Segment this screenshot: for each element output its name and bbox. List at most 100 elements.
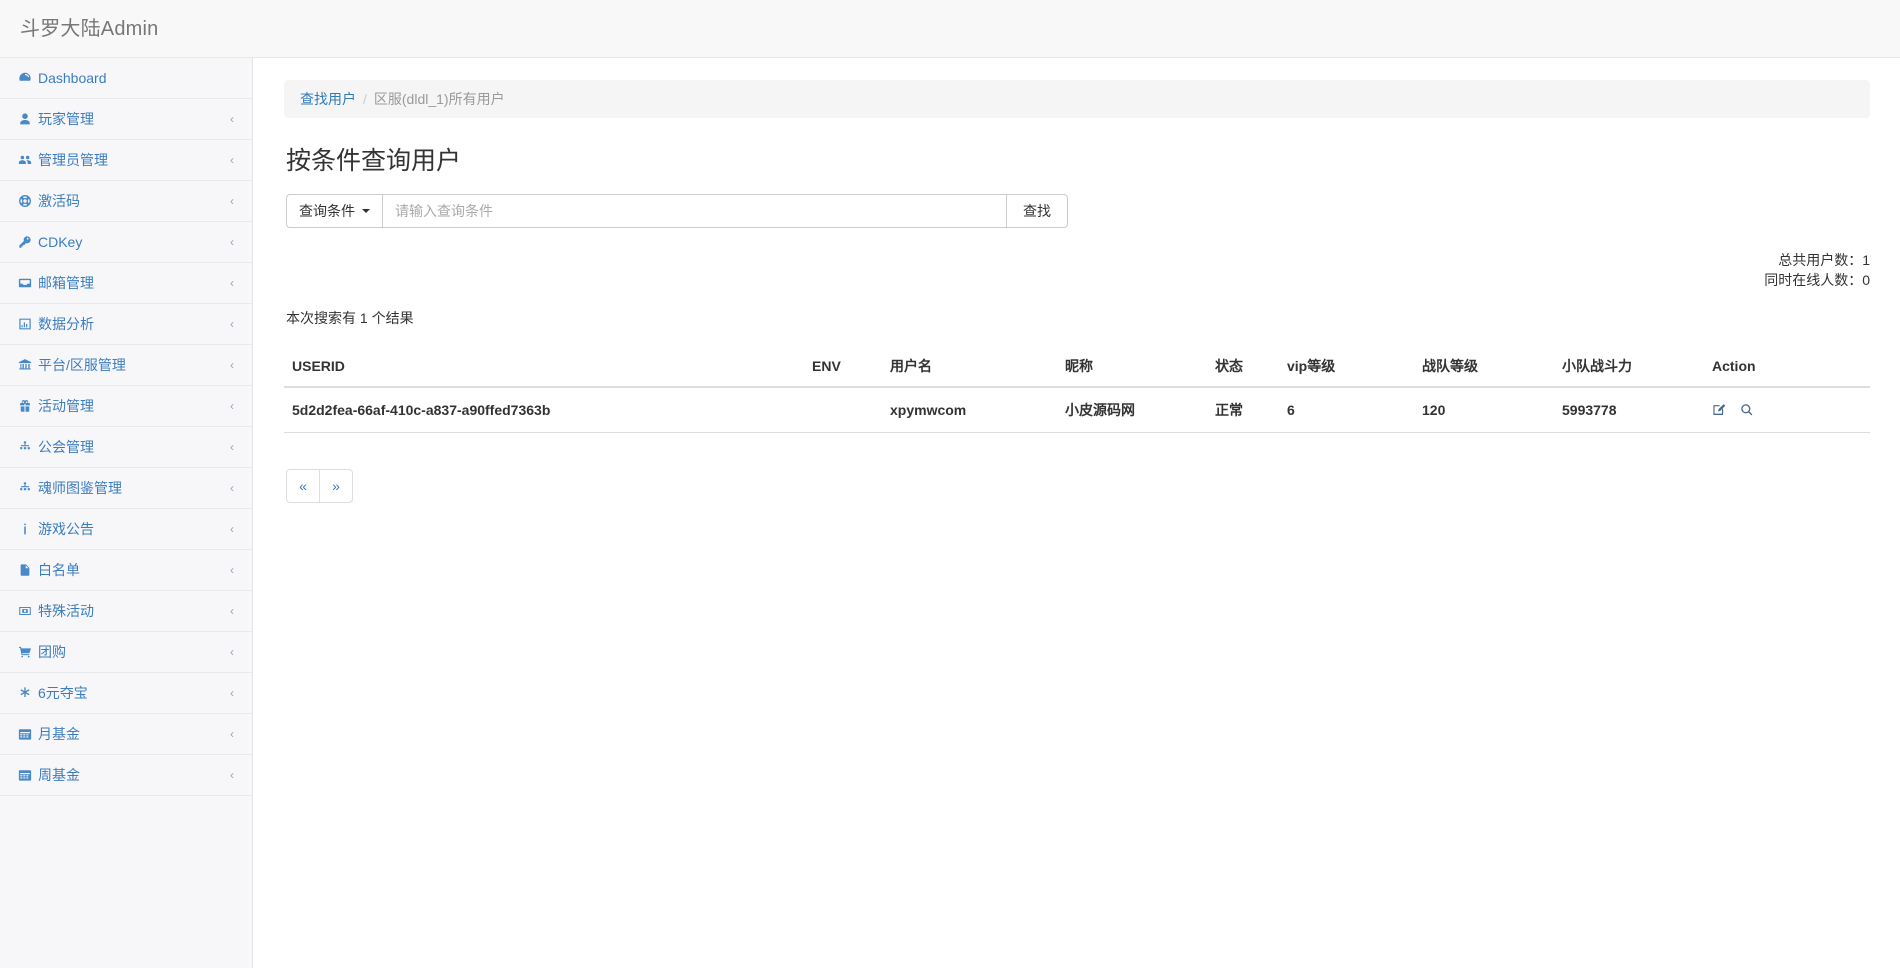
info-icon [18, 522, 38, 536]
sidebar-item-label: 游戏公告 [38, 521, 94, 537]
sidebar-item-3[interactable]: 激活码‹ [0, 181, 252, 222]
chevron-left-icon: ‹ [230, 605, 234, 617]
sidebar-item-label: 管理员管理 [38, 152, 108, 168]
sidebar-item-label: 数据分析 [38, 316, 94, 332]
sidebar-item-14[interactable]: 团购 ‹ [0, 632, 252, 673]
cart-icon [18, 645, 38, 659]
chevron-left-icon: ‹ [230, 769, 234, 781]
query-condition-dropdown[interactable]: 查询条件 [286, 194, 382, 228]
sidebar-item-4[interactable]: CDKey ‹ [0, 222, 252, 263]
sidebar-item-1[interactable]: 玩家管理 ‹ [0, 99, 252, 140]
query-condition-dropdown-label: 查询条件 [299, 201, 355, 221]
search-input[interactable] [382, 194, 1006, 228]
search-button[interactable]: 查找 [1006, 194, 1068, 228]
online-users-count: 同时在线人数：0 [284, 270, 1870, 290]
cell-env [804, 387, 882, 433]
cell-vip: 6 [1279, 387, 1414, 433]
sidebar-item-5[interactable]: 邮箱管理‹ [0, 263, 252, 304]
sidebar-item-label: 月基金 [38, 726, 80, 742]
top-navbar: 斗罗大陆Admin [0, 0, 1900, 58]
file-icon [18, 563, 38, 577]
chevron-left-icon: ‹ [230, 728, 234, 740]
sidebar-item-label: 6元夺宝 [38, 685, 88, 701]
sidebar-item-label: 周基金 [38, 767, 80, 783]
col-header-power: 小队战斗力 [1554, 348, 1704, 387]
sidebar-item-label: 公会管理 [38, 439, 94, 455]
chevron-left-icon: ‹ [230, 195, 234, 207]
table-row: 5d2d2fea-66af-410c-a837-a90ffed7363b xpym… [284, 387, 1870, 433]
money-icon [18, 604, 38, 618]
pagination-prev-button[interactable]: « [286, 469, 320, 503]
chevron-left-icon: ‹ [230, 154, 234, 166]
sidebar-item-15[interactable]: 6元夺宝‹ [0, 673, 252, 714]
col-header-env: ENV [804, 348, 882, 387]
cell-power: 5993778 [1554, 387, 1704, 433]
sidebar-item-17[interactable]: 周基金 ‹ [0, 755, 252, 796]
col-header-userid: USERID [284, 348, 804, 387]
sidebar-item-10[interactable]: 魂师图鉴管理 ‹ [0, 468, 252, 509]
sidebar-item-label: 团购 [38, 644, 66, 660]
stats-block: 总共用户数：1 同时在线人数：0 [284, 250, 1870, 290]
users-table-body: 5d2d2fea-66af-410c-a837-a90ffed7363b xpym… [284, 387, 1870, 433]
breadcrumb: 查找用户/区服(dldl_1)所有用户 [284, 80, 1870, 118]
breadcrumb-link-find-user[interactable]: 查找用户 [300, 91, 356, 107]
sidebar-item-6[interactable]: 数据分析 ‹ [0, 304, 252, 345]
col-header-state: 状态 [1207, 348, 1279, 387]
table-header-row: USERID ENV 用户名 昵称 状态 vip等级 战队等级 小队战斗力 Ac… [284, 348, 1870, 387]
search-bar: 查询条件 查找 [286, 194, 1068, 228]
sidebar-item-label: 活动管理 [38, 398, 94, 414]
sidebar-item-label: 玩家管理 [38, 111, 94, 127]
cell-actions [1704, 387, 1870, 433]
calendar-icon [18, 727, 38, 741]
sidebar-item-7[interactable]: 平台/区服管理‹ [0, 345, 252, 386]
breadcrumb-current: 区服(dldl_1)所有用户 [374, 91, 505, 107]
sidebar-item-label: 魂师图鉴管理 [38, 480, 122, 496]
sidebar-item-11[interactable]: 游戏公告 ‹ [0, 509, 252, 550]
sidebar-item-13[interactable]: 特殊活动‹ [0, 591, 252, 632]
chevron-left-icon: ‹ [230, 318, 234, 330]
cell-state: 正常 [1207, 387, 1279, 433]
sidebar-item-label: CDKey [38, 234, 82, 250]
cell-username: xpymwcom [882, 387, 1057, 433]
chevron-left-icon: ‹ [230, 113, 234, 125]
edit-icon[interactable] [1712, 403, 1726, 417]
user-icon [18, 112, 38, 126]
sidebar-item-12[interactable]: 白名单‹ [0, 550, 252, 591]
chevron-down-icon [362, 209, 370, 213]
chevron-left-icon: ‹ [230, 646, 234, 658]
col-header-nickname: 昵称 [1057, 348, 1207, 387]
gift-icon [18, 399, 38, 413]
total-users-count: 总共用户数：1 [284, 250, 1870, 270]
brand-title[interactable]: 斗罗大陆Admin [0, 17, 159, 41]
result-summary: 本次搜索有 1 个结果 [286, 308, 1870, 328]
col-header-team-level: 战队等级 [1414, 348, 1554, 387]
chevron-left-icon: ‹ [230, 236, 234, 248]
users-icon [18, 153, 38, 167]
page-title: 按条件查询用户 [286, 146, 1870, 176]
sidebar-item-label: 白名单 [38, 562, 80, 578]
breadcrumb-separator: / [356, 91, 374, 107]
chevron-left-icon: ‹ [230, 277, 234, 289]
bank-icon [18, 358, 38, 372]
calendar-icon [18, 768, 38, 782]
pagination-next-button[interactable]: » [319, 469, 353, 503]
col-header-username: 用户名 [882, 348, 1057, 387]
pagination: « » [286, 469, 353, 503]
sidebar-item-16[interactable]: 月基金 ‹ [0, 714, 252, 755]
chevron-left-icon: ‹ [230, 359, 234, 371]
main-content: 查找用户/区服(dldl_1)所有用户 按条件查询用户 查询条件 查找 总共用户… [254, 58, 1900, 968]
sidebar-item-2[interactable]: 管理员管理 ‹ [0, 140, 252, 181]
chevron-left-icon: ‹ [230, 482, 234, 494]
cell-nickname: 小皮源码网 [1057, 387, 1207, 433]
users-table: USERID ENV 用户名 昵称 状态 vip等级 战队等级 小队战斗力 Ac… [284, 348, 1870, 433]
sidebar-item-9[interactable]: 公会管理‹ [0, 427, 252, 468]
sitemap-icon [18, 481, 38, 495]
chevron-left-icon: ‹ [230, 523, 234, 535]
cell-userid: 5d2d2fea-66af-410c-a837-a90ffed7363b [284, 387, 804, 433]
search-icon[interactable] [1740, 403, 1754, 417]
sidebar-item-0[interactable]: Dashboard [0, 58, 252, 99]
col-header-vip: vip等级 [1279, 348, 1414, 387]
key-icon [18, 235, 38, 249]
chevron-left-icon: ‹ [230, 400, 234, 412]
sidebar-item-8[interactable]: 活动管理 ‹ [0, 386, 252, 427]
